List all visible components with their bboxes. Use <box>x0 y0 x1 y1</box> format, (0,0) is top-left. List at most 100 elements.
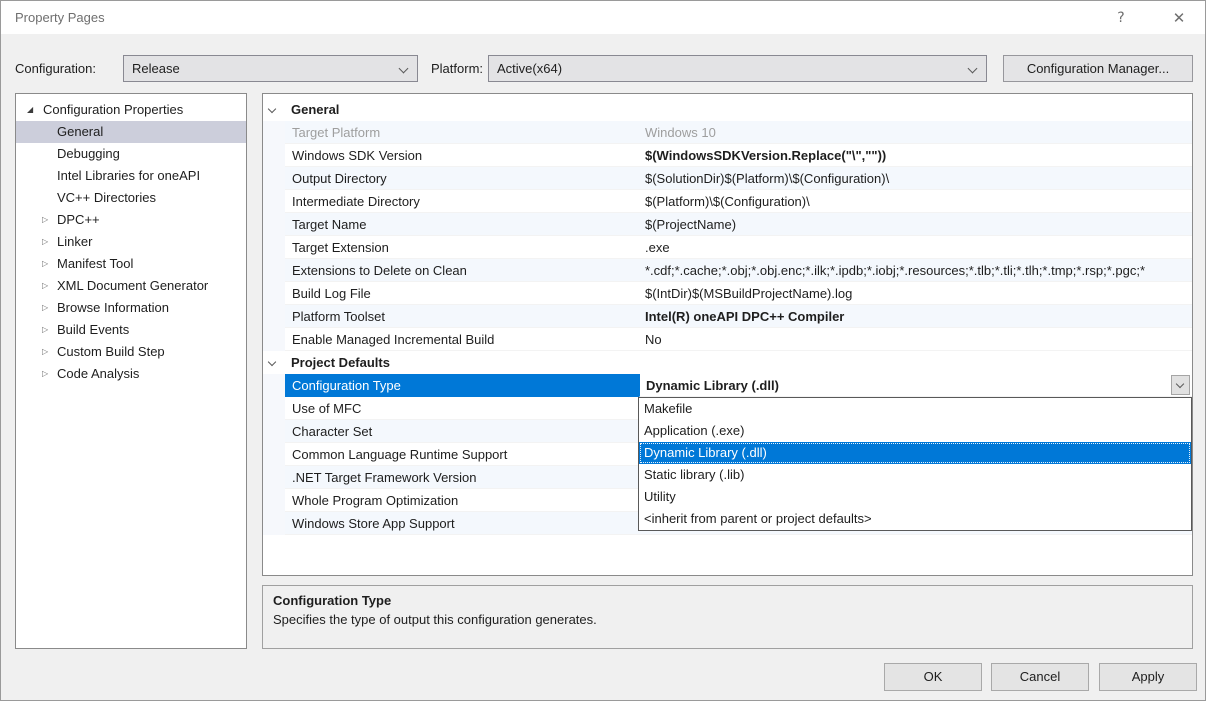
property-name: Common Language Runtime Support <box>285 443 639 466</box>
configuration-type-combobox[interactable]: Dynamic Library (.dll) <box>639 374 1192 397</box>
section-header-general[interactable]: General <box>263 98 1192 121</box>
tree-item-label: Manifest Tool <box>57 253 133 275</box>
property-value: No <box>639 328 1192 351</box>
tree-item-label: Debugging <box>57 143 120 165</box>
tree-item-label: DPC++ <box>57 209 100 231</box>
collapsed-triangle-icon: ▷ <box>42 319 48 341</box>
tree-item-debugging[interactable]: Debugging <box>16 143 246 165</box>
property-row-intermediate-directory[interactable]: Intermediate Directory $(Platform)\$(Con… <box>263 190 1192 213</box>
property-name: Build Log File <box>285 282 639 305</box>
property-name: Extensions to Delete on Clean <box>285 259 639 282</box>
collapsed-triangle-icon: ▷ <box>42 209 48 231</box>
property-value: $(Platform)\$(Configuration)\ <box>639 190 1192 213</box>
dropdown-option-inherit[interactable]: <inherit from parent or project defaults… <box>639 508 1191 530</box>
dropdown-option-dynamic-library[interactable]: Dynamic Library (.dll) <box>639 442 1191 464</box>
platform-label: Platform: <box>431 61 483 76</box>
help-icon[interactable]: ? <box>1109 7 1133 29</box>
collapsed-triangle-icon: ▷ <box>42 363 48 385</box>
property-name: Target Platform <box>285 121 639 144</box>
property-row-output-directory[interactable]: Output Directory $(SolutionDir)$(Platfor… <box>263 167 1192 190</box>
tree-item-dpcpp[interactable]: ▷ DPC++ <box>16 209 246 231</box>
tree-item-label: Custom Build Step <box>57 341 165 363</box>
section-gutter <box>263 351 285 374</box>
property-row-windows-sdk-version[interactable]: Windows SDK Version $(WindowsSDKVersion.… <box>263 144 1192 167</box>
tree-item-label: Browse Information <box>57 297 169 319</box>
collapsed-triangle-icon: ▷ <box>42 253 48 275</box>
tree-item-custom-build-step[interactable]: ▷ Custom Build Step <box>16 341 246 363</box>
collapsed-triangle-icon: ▷ <box>42 231 48 253</box>
property-row-target-platform[interactable]: Target Platform Windows 10 <box>263 121 1192 144</box>
property-row-target-extension[interactable]: Target Extension .exe <box>263 236 1192 259</box>
platform-combobox[interactable]: Active(x64) <box>488 55 987 82</box>
property-row-target-name[interactable]: Target Name $(ProjectName) <box>263 213 1192 236</box>
dropdown-option-application[interactable]: Application (.exe) <box>639 420 1191 442</box>
close-icon[interactable]: ✕ <box>1167 7 1191 29</box>
description-title: Configuration Type <box>273 593 1182 608</box>
property-value: $(WindowsSDKVersion.Replace("\","")) <box>639 144 1192 167</box>
property-description-panel: Configuration Type Specifies the type of… <box>262 585 1193 649</box>
dropdown-option-makefile[interactable]: Makefile <box>639 398 1191 420</box>
chevron-down-icon <box>968 64 978 74</box>
combo-drop-button[interactable] <box>1171 375 1190 395</box>
property-name: Windows Store App Support <box>285 512 639 535</box>
tree-item-label: VC++ Directories <box>57 187 156 209</box>
section-gutter <box>263 98 285 121</box>
property-row-enable-managed-incremental-build[interactable]: Enable Managed Incremental Build No <box>263 328 1192 351</box>
property-name: Whole Program Optimization <box>285 489 639 512</box>
chevron-down-icon <box>268 358 276 366</box>
dropdown-option-static-library[interactable]: Static library (.lib) <box>639 464 1191 486</box>
chevron-down-icon <box>399 64 409 74</box>
tree-item-vcpp-directories[interactable]: VC++ Directories <box>16 187 246 209</box>
tree-item-linker[interactable]: ▷ Linker <box>16 231 246 253</box>
tree-item-intel-libraries[interactable]: Intel Libraries for oneAPI <box>16 165 246 187</box>
apply-button[interactable]: Apply <box>1099 663 1197 691</box>
tree-item-label: General <box>57 121 103 143</box>
tree-item-xml-document-generator[interactable]: ▷ XML Document Generator <box>16 275 246 297</box>
property-name: Output Directory <box>285 167 639 190</box>
property-value: Intel(R) oneAPI DPC++ Compiler <box>639 305 1192 328</box>
collapsed-triangle-icon: ▷ <box>42 341 48 363</box>
property-row-configuration-type[interactable]: Configuration Type Dynamic Library (.dll… <box>263 374 1192 397</box>
property-value: $(IntDir)$(MSBuildProjectName).log <box>639 282 1192 305</box>
title-bar: Property Pages ? ✕ <box>1 1 1205 34</box>
property-row-build-log-file[interactable]: Build Log File $(IntDir)$(MSBuildProject… <box>263 282 1192 305</box>
tree-item-configuration-properties[interactable]: ◢ Configuration Properties <box>16 99 246 121</box>
tree-item-general[interactable]: General <box>16 121 246 143</box>
tree-item-label: Build Events <box>57 319 129 341</box>
section-header-project-defaults[interactable]: Project Defaults <box>263 351 1192 374</box>
chevron-down-icon <box>1176 380 1184 388</box>
tree-item-build-events[interactable]: ▷ Build Events <box>16 319 246 341</box>
tree-item-manifest-tool[interactable]: ▷ Manifest Tool <box>16 253 246 275</box>
configuration-combobox-value: Release <box>132 61 180 76</box>
cancel-button[interactable]: Cancel <box>991 663 1089 691</box>
property-name: Windows SDK Version <box>285 144 639 167</box>
property-pages-dialog: { "window": { "title": "Property Pages",… <box>0 0 1206 701</box>
collapsed-triangle-icon: ▷ <box>42 275 48 297</box>
property-name: Character Set <box>285 420 639 443</box>
tree-item-code-analysis[interactable]: ▷ Code Analysis <box>16 363 246 385</box>
property-name: .NET Target Framework Version <box>285 466 639 489</box>
property-name: Intermediate Directory <box>285 190 639 213</box>
tree-item-label: XML Document Generator <box>57 275 208 297</box>
chevron-down-icon <box>268 105 276 113</box>
tree-item-browse-information[interactable]: ▷ Browse Information <box>16 297 246 319</box>
property-name: Enable Managed Incremental Build <box>285 328 639 351</box>
property-value: *.cdf;*.cache;*.obj;*.obj.enc;*.ilk;*.ip… <box>639 259 1192 282</box>
section-title: Project Defaults <box>285 351 390 374</box>
configuration-type-value: Dynamic Library (.dll) <box>646 378 779 393</box>
expanded-triangle-icon: ◢ <box>27 99 33 121</box>
configuration-manager-button[interactable]: Configuration Manager... <box>1003 55 1193 82</box>
configuration-combobox[interactable]: Release <box>123 55 418 82</box>
property-grid: General Target Platform Windows 10 Windo… <box>262 93 1193 576</box>
tree-item-label: Linker <box>57 231 92 253</box>
ok-button[interactable]: OK <box>884 663 982 691</box>
property-value: Windows 10 <box>639 121 1192 144</box>
description-text: Specifies the type of output this config… <box>273 612 1182 627</box>
property-name: Use of MFC <box>285 397 639 420</box>
configuration-label: Configuration: <box>15 61 96 76</box>
dropdown-option-utility[interactable]: Utility <box>639 486 1191 508</box>
collapsed-triangle-icon: ▷ <box>42 297 48 319</box>
property-row-extensions-to-delete[interactable]: Extensions to Delete on Clean *.cdf;*.ca… <box>263 259 1192 282</box>
platform-combobox-value: Active(x64) <box>497 61 562 76</box>
property-row-platform-toolset[interactable]: Platform Toolset Intel(R) oneAPI DPC++ C… <box>263 305 1192 328</box>
